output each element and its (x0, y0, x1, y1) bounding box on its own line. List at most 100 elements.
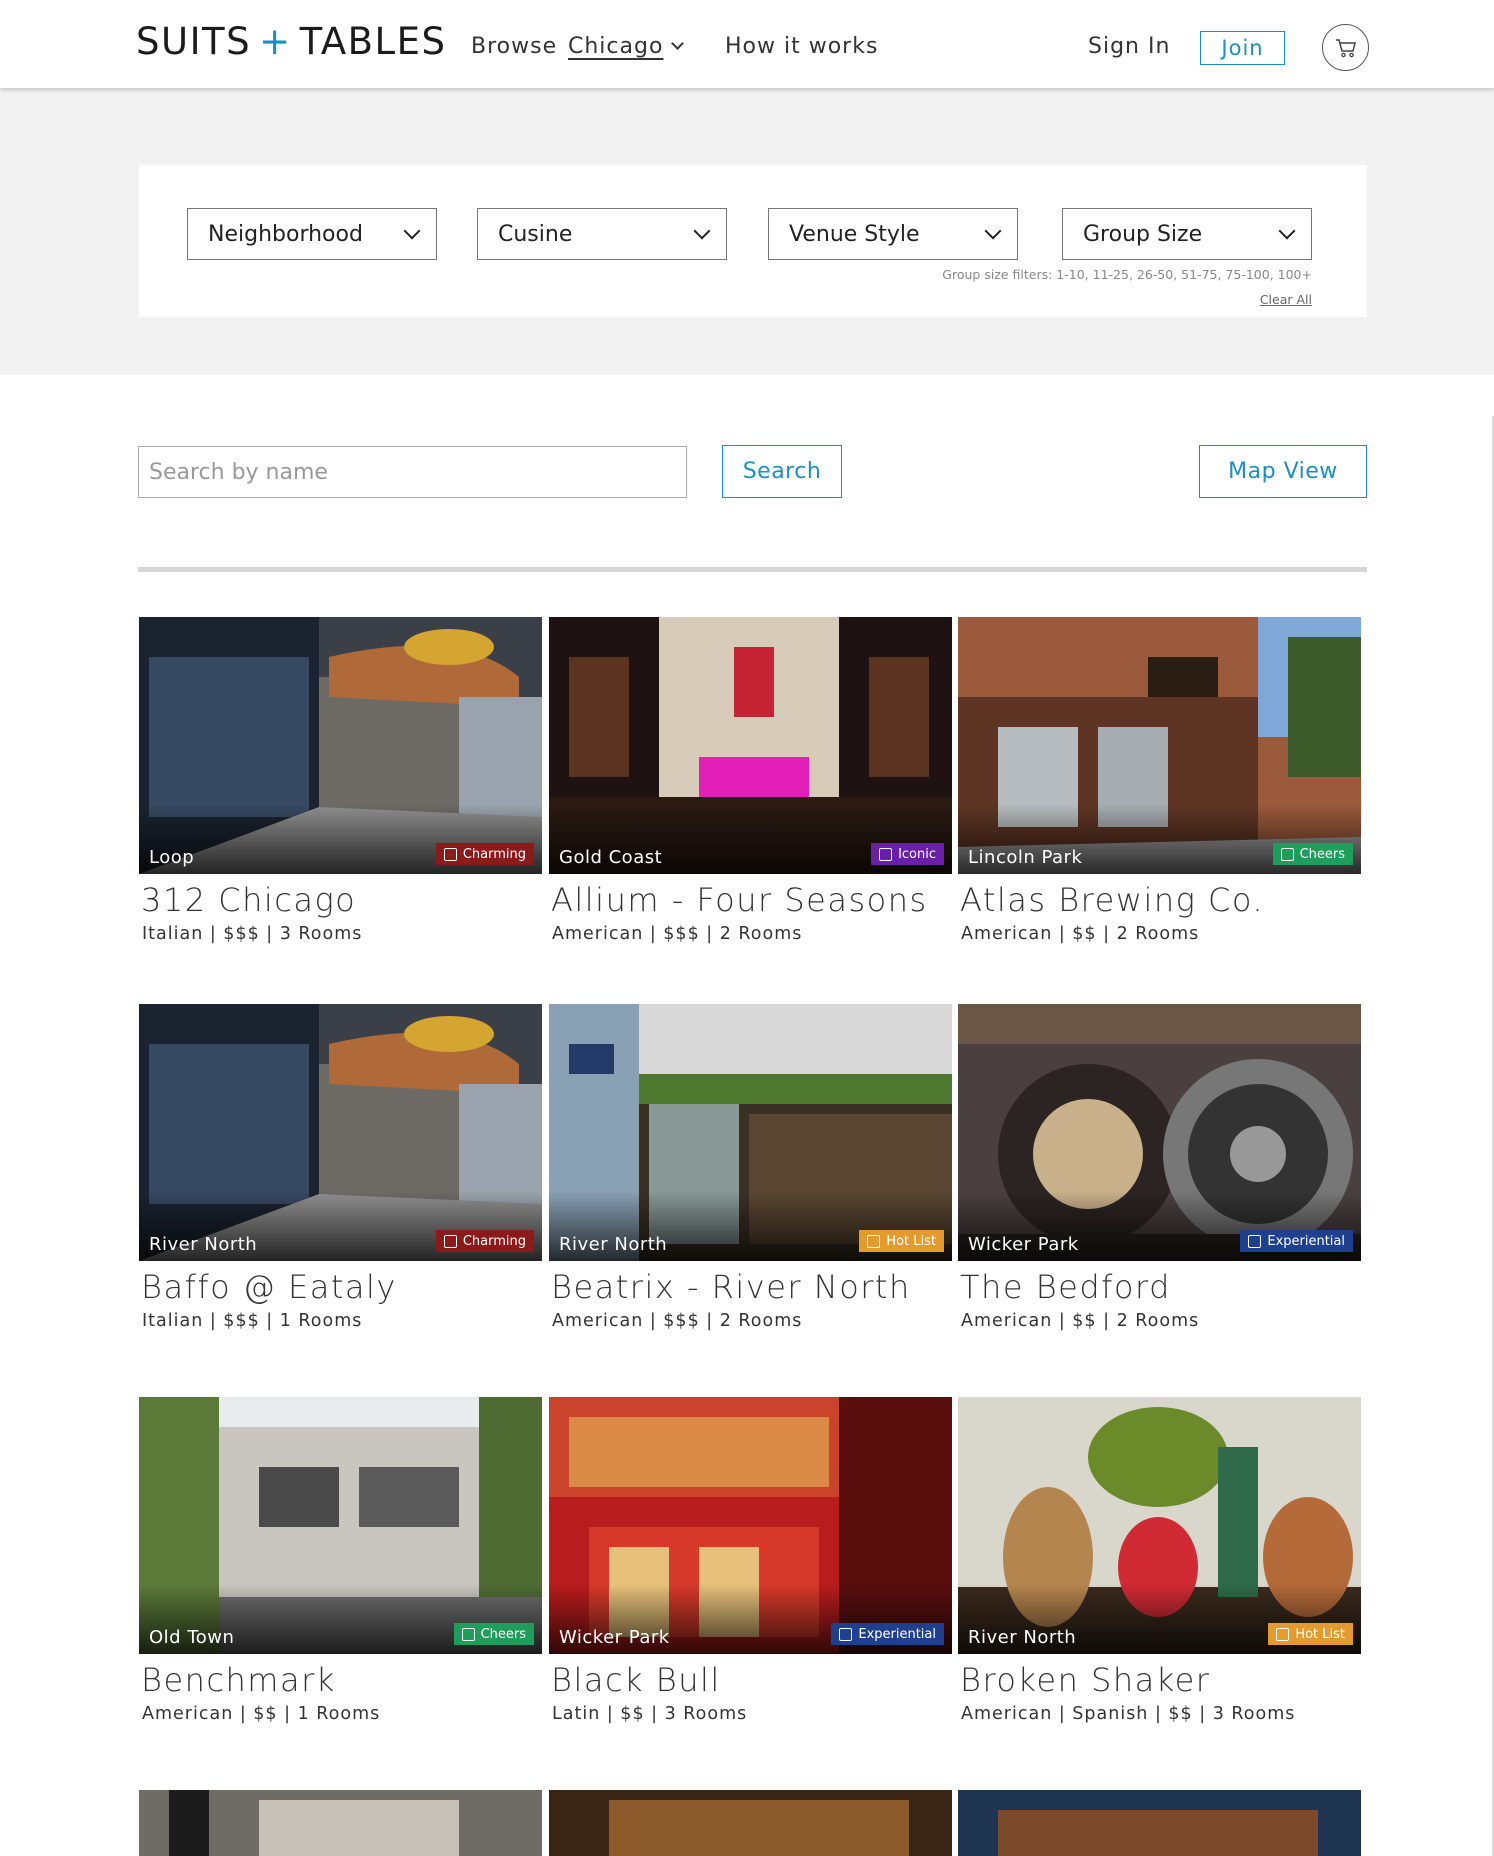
venue-photo: River North Charming (139, 1004, 542, 1261)
venue-photo: River North Hot List (958, 1397, 1361, 1654)
venue-tag: Experiential (831, 1623, 944, 1645)
filter-panel: Neighborhood Cusine Venue Style Group Si… (139, 165, 1367, 317)
join-button[interactable]: Join (1200, 31, 1285, 65)
venue-tag-label: Experiential (1267, 1233, 1345, 1249)
how-it-works-link[interactable]: How it works (725, 34, 878, 59)
browse-label: Browse (471, 34, 558, 59)
venue-name[interactable]: Atlas Brewing Co. (960, 881, 1264, 919)
venue-photo: Gold Coast Iconic (549, 617, 952, 874)
venue-tag: Hot List (859, 1230, 944, 1252)
venue-card-atlas[interactable]: Lincoln Park Cheers Atlas Brewing Co. Am… (958, 617, 1361, 947)
filter-band: Neighborhood Cusine Venue Style Group Si… (0, 88, 1494, 375)
venue-card-partial-3[interactable] (958, 1790, 1361, 1856)
map-view-button[interactable]: Map View (1199, 445, 1367, 498)
venue-card-black-bull[interactable]: Wicker Park Experiential Black Bull Lati… (549, 1397, 952, 1727)
venue-neighborhood: River North (149, 1234, 258, 1255)
logo-text-left: SUITS (136, 20, 252, 63)
venue-photo (549, 1790, 952, 1856)
glasses-icon (461, 1627, 475, 1641)
chevron-down-icon (984, 222, 1002, 240)
venue-card-benchmark[interactable]: Old Town Cheers Benchmark American | $$ … (139, 1397, 542, 1727)
group-size-note: Group size filters: 1-10, 11-25, 26-50, … (942, 267, 1312, 282)
venue-neighborhood: Wicker Park (968, 1234, 1079, 1255)
venue-card-baffo[interactable]: River North Charming Baffo @ Eataly Ital… (139, 1004, 542, 1334)
venue-name[interactable]: Baffo @ Eataly (141, 1268, 397, 1306)
venue-photo: Old Town Cheers (139, 1397, 542, 1654)
venue-tag: Charming (435, 1230, 534, 1252)
cuisine-label: Cusine (498, 221, 573, 247)
venue-photo: Wicker Park Experiential (549, 1397, 952, 1654)
venue-name[interactable]: 312 Chicago (141, 881, 356, 919)
venue-tag-label: Experiential (858, 1626, 936, 1642)
venue-card-broken-shaker[interactable]: River North Hot List Broken Shaker Ameri… (958, 1397, 1361, 1727)
tower-icon (879, 847, 893, 861)
cuisine-dropdown[interactable]: Cusine (477, 208, 727, 260)
venue-neighborhood: Old Town (149, 1627, 235, 1648)
chevron-down-icon (693, 222, 711, 240)
venue-name[interactable]: The Bedford (960, 1268, 1171, 1306)
venue-card-partial-2[interactable] (549, 1790, 952, 1856)
venue-photo: River North Hot List (549, 1004, 952, 1261)
venue-name[interactable]: Beatrix - River North (551, 1268, 911, 1306)
venue-neighborhood: Gold Coast (559, 847, 663, 868)
venue-tag-label: Hot List (1295, 1626, 1345, 1642)
logo-plus: + (259, 20, 292, 63)
venue-meta: Italian | $$$ | 3 Rooms (142, 924, 363, 944)
venue-tag-label: Cheers (1299, 846, 1345, 862)
venue-tag: Charming (435, 843, 534, 865)
venue-name[interactable]: Benchmark (141, 1661, 336, 1699)
venue-tag: Cheers (1272, 843, 1353, 865)
venue-meta: Italian | $$$ | 1 Rooms (142, 1311, 363, 1331)
venue-neighborhood: Lincoln Park (968, 847, 1083, 868)
city-dropdown[interactable]: Chicago (568, 34, 685, 59)
venue-meta: American | $$ | 1 Rooms (142, 1704, 381, 1724)
sparkle-icon (839, 1627, 853, 1641)
clear-all-link[interactable]: Clear All (1179, 292, 1312, 307)
venue-style-dropdown[interactable]: Venue Style (768, 208, 1018, 260)
venue-neighborhood: River North (968, 1627, 1077, 1648)
venue-meta: American | $$$ | 2 Rooms (552, 924, 803, 944)
divider (138, 567, 1367, 572)
venue-card-312-chicago[interactable]: Loop Charming 312 Chicago Italian | $$$ … (139, 617, 542, 947)
flame-icon (867, 1234, 881, 1248)
cart-icon (1335, 38, 1356, 57)
venue-tag: Cheers (453, 1623, 534, 1645)
group-size-dropdown[interactable]: Group Size (1062, 208, 1312, 260)
flame-icon (1276, 1627, 1290, 1641)
venue-card-bedford[interactable]: Wicker Park Experiential The Bedford Ame… (958, 1004, 1361, 1334)
sign-in-link[interactable]: Sign In (1088, 34, 1170, 59)
neighborhood-dropdown[interactable]: Neighborhood (187, 208, 437, 260)
venue-photo: Wicker Park Experiential (958, 1004, 1361, 1261)
logo[interactable]: SUITS + TABLES (136, 20, 447, 63)
venue-name[interactable]: Black Bull (551, 1661, 721, 1699)
city-label: Chicago (568, 34, 664, 59)
venue-tag-label: Charming (462, 1233, 526, 1249)
chevron-down-icon (1278, 222, 1296, 240)
search-button[interactable]: Search (722, 445, 842, 498)
logo-text-right: TABLES (299, 20, 447, 63)
neighborhood-label: Neighborhood (208, 221, 363, 247)
venue-card-beatrix[interactable]: River North Hot List Beatrix - River Nor… (549, 1004, 952, 1334)
venue-photo: Loop Charming (139, 617, 542, 874)
venue-tag: Hot List (1268, 1623, 1353, 1645)
cart-button[interactable] (1322, 24, 1369, 71)
venue-tag: Iconic (871, 843, 944, 865)
venue-card-partial-1[interactable] (139, 1790, 542, 1856)
venue-neighborhood: Wicker Park (559, 1627, 670, 1648)
search-input[interactable] (138, 446, 687, 498)
venue-name[interactable]: Broken Shaker (960, 1661, 1210, 1699)
venue-meta: American | Spanish | $$ | 3 Rooms (961, 1704, 1296, 1724)
venue-meta: American | $$$ | 2 Rooms (552, 1311, 803, 1331)
venue-meta: American | $$ | 2 Rooms (961, 924, 1200, 944)
venue-meta: American | $$ | 2 Rooms (961, 1311, 1200, 1331)
site-header: SUITS + TABLES Browse Chicago How it works… (0, 0, 1494, 88)
venue-card-allium[interactable]: Gold Coast Iconic Allium - Four Seasons … (549, 617, 952, 947)
venue-tag-label: Iconic (898, 846, 936, 862)
venue-neighborhood: Loop (149, 847, 195, 868)
venue-photo: Lincoln Park Cheers (958, 617, 1361, 874)
group-size-label: Group Size (1083, 221, 1203, 247)
venue-style-label: Venue Style (789, 221, 920, 247)
sparkle-icon (1248, 1234, 1262, 1248)
venue-name[interactable]: Allium - Four Seasons (551, 881, 928, 919)
venue-photo (958, 1790, 1361, 1856)
